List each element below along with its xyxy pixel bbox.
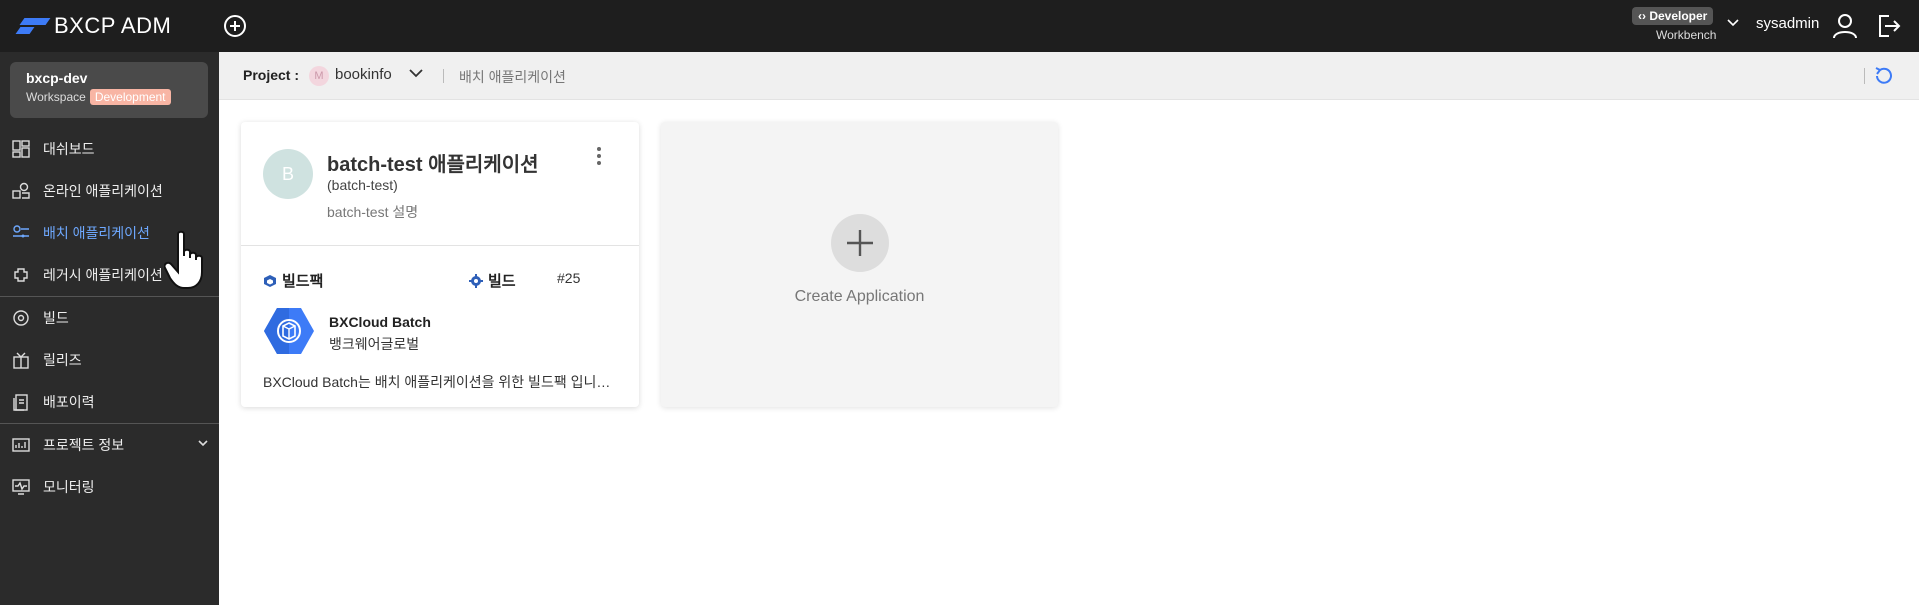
application-card[interactable]: B batch-test 애플리케이션 (batch-test) batch-t…: [241, 122, 639, 407]
developer-sub-label: Workbench: [1656, 28, 1717, 42]
build-number[interactable]: #25: [557, 270, 580, 286]
create-application-card[interactable]: Create Application: [661, 122, 1058, 407]
app-title[interactable]: batch-test 애플리케이션: [327, 148, 539, 177]
sidebar-item-deploy-history[interactable]: 배포이력: [0, 381, 219, 423]
breadcrumb: 배치 애플리케이션: [459, 69, 566, 85]
sidebar-item-label: 레거시 애플리케이션: [43, 267, 163, 283]
project-header-bar: Project : M bookinfo 배치 애플리케이션: [219, 52, 1919, 100]
create-application-label: Create Application: [794, 288, 925, 305]
build-gear-icon: [469, 273, 483, 288]
sidebar-item-online-app[interactable]: 온라인 애플리케이션: [0, 170, 219, 212]
build-label: 빌드: [488, 273, 516, 290]
buildpack-heading: 빌드팩: [263, 270, 323, 291]
workspace-env-badge: Development: [89, 89, 171, 105]
project-label: Project :: [243, 67, 300, 83]
sidebar-item-label: 릴리즈: [43, 352, 82, 368]
sidebar-item-release[interactable]: 릴리즈: [0, 339, 219, 381]
deploy-history-icon: [13, 394, 28, 411]
online-app-icon: [12, 182, 30, 199]
top-bar: BXCP ADMIN ‹› Developer Workbench sysadm…: [0, 0, 1919, 52]
batch-app-icon: [13, 225, 29, 238]
developer-mode-switch[interactable]: ‹› Developer Workbench: [1632, 6, 1742, 46]
logo-mark-icon: [18, 16, 48, 36]
bxcloud-batch-logo-icon: [264, 308, 314, 354]
workspace-selector[interactable]: bxcp-dev Workspace Development: [10, 62, 208, 118]
sidebar-item-label: 대쉬보드: [43, 141, 95, 157]
refresh-icon[interactable]: [1872, 65, 1894, 87]
release-icon: [13, 352, 29, 369]
build-heading: 빌드: [469, 270, 516, 291]
plus-icon: [847, 230, 873, 256]
refresh-separator: [1864, 68, 1865, 84]
sidebar-item-project-info[interactable]: 프로젝트 정보: [0, 424, 219, 466]
app-id: (batch-test): [327, 177, 398, 193]
buildpack-description: BXCloud Batch는 배치 애플리케이션을 위한 빌드팩 입니다.: [263, 374, 613, 390]
buildpack-label: 빌드팩: [282, 273, 324, 290]
app-logo[interactable]: BXCP ADMIN: [18, 12, 172, 40]
buildpack-vendor: 뱅크웨어글로벌: [329, 336, 420, 352]
create-plus-button[interactable]: [831, 214, 889, 272]
plus-circle-icon: [230, 21, 240, 31]
buildpack-name: BXCloud Batch: [329, 314, 431, 330]
breadcrumb-separator: [443, 69, 444, 83]
app-description: batch-test 설명: [327, 204, 419, 220]
sidebar-item-label: 온라인 애플리케이션: [43, 183, 163, 199]
username[interactable]: sysadmin: [1756, 15, 1819, 32]
project-selector[interactable]: bookinfo: [335, 66, 392, 83]
sidebar-item-label: 배치 애플리케이션: [43, 225, 150, 241]
buildpack-icon: [264, 274, 276, 287]
sidebar-item-monitoring[interactable]: 모니터링: [0, 466, 219, 508]
project-avatar: M: [309, 66, 329, 86]
app-avatar: B: [263, 149, 313, 199]
sidebar-item-label: 모니터링: [43, 479, 95, 495]
project-info-icon: [12, 438, 30, 452]
workspace-label: Workspace: [26, 90, 86, 104]
user-icon[interactable]: [1831, 12, 1859, 40]
sidebar: bxcp-dev Workspace Development 대쉬보드 온라인 …: [0, 52, 219, 605]
sidebar-item-label: 빌드: [43, 310, 69, 326]
developer-badge: ‹› Developer: [1632, 7, 1714, 25]
more-options-icon[interactable]: [595, 146, 603, 166]
sidebar-item-dashboard[interactable]: 대쉬보드: [0, 128, 219, 170]
sidebar-item-build[interactable]: 빌드: [0, 297, 219, 339]
legacy-app-icon: [14, 268, 28, 282]
dashboard-icon: [12, 140, 30, 158]
sidebar-item-label: 프로젝트 정보: [43, 437, 125, 453]
logo-text: BXCP ADMIN: [54, 13, 172, 38]
card-divider: [241, 245, 639, 246]
chevron-down-icon: [198, 440, 208, 447]
monitoring-icon: [12, 479, 30, 495]
hand-pointer-cursor-icon: [164, 230, 203, 289]
chevron-down-icon[interactable]: [407, 64, 425, 82]
add-button[interactable]: [224, 15, 246, 37]
sidebar-item-label: 배포이력: [43, 394, 95, 410]
build-icon: [13, 310, 29, 326]
chevron-down-icon: [1727, 19, 1739, 27]
workspace-name: bxcp-dev: [26, 70, 88, 86]
logout-icon[interactable]: [1874, 12, 1902, 40]
